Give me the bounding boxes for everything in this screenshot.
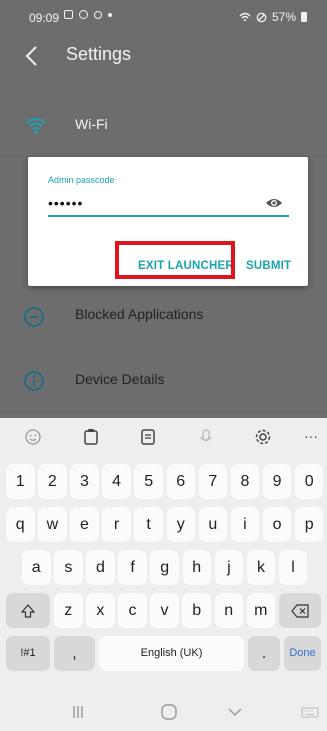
shift-icon: [20, 604, 36, 618]
dnd-icon: [256, 12, 267, 22]
recent-apps-icon[interactable]: [66, 700, 90, 724]
status-bar: 09:09 57%: [0, 0, 327, 34]
settings-item-label: Blocked Applications: [75, 306, 204, 322]
key-7[interactable]: 7: [198, 464, 228, 499]
minus-circle-icon: [24, 307, 44, 327]
microphone-icon[interactable]: [195, 426, 217, 448]
key-m[interactable]: m: [246, 593, 276, 628]
key-a[interactable]: a: [22, 550, 51, 585]
system-icons: 57%: [239, 10, 307, 24]
key-s[interactable]: s: [54, 550, 83, 585]
settings-item-label: Wi-Fi: [75, 116, 108, 132]
key-d[interactable]: d: [86, 550, 115, 585]
settings-item-wifi[interactable]: Wi-Fi: [0, 96, 327, 157]
key-c[interactable]: c: [118, 593, 147, 628]
eye-icon[interactable]: [265, 196, 283, 210]
key-x[interactable]: x: [86, 593, 115, 628]
location-icon: [94, 10, 102, 19]
home-icon[interactable]: [157, 700, 181, 724]
key-v[interactable]: v: [150, 593, 179, 628]
wifi-status-icon: [239, 12, 251, 21]
key-e[interactable]: e: [70, 507, 99, 542]
key-q[interactable]: q: [6, 507, 35, 542]
app-header: Settings: [0, 34, 327, 80]
more-options-icon[interactable]: ···: [300, 426, 322, 448]
notification-icons: [64, 10, 112, 19]
shift-key[interactable]: [6, 593, 50, 628]
submit-button[interactable]: SUBMIT: [246, 260, 291, 272]
notes-icon[interactable]: [137, 426, 159, 448]
symbols-key[interactable]: !#1: [6, 636, 50, 671]
comma-key[interactable]: ,: [54, 636, 95, 671]
key-k[interactable]: k: [246, 550, 276, 585]
key-f[interactable]: f: [118, 550, 147, 585]
battery-percent: 57%: [271, 10, 296, 24]
done-key[interactable]: Done: [284, 636, 321, 671]
key-b[interactable]: b: [182, 593, 211, 628]
system-nav-bar: [0, 694, 327, 731]
more-dot-icon: [108, 12, 112, 17]
settings-gear-icon[interactable]: [252, 426, 274, 448]
key-0[interactable]: 0: [294, 464, 324, 499]
key-6[interactable]: 6: [166, 464, 195, 499]
key-u[interactable]: u: [198, 507, 228, 542]
settings-item-device-details[interactable]: Device Details: [0, 351, 327, 412]
key-o[interactable]: o: [262, 507, 292, 542]
period-key[interactable]: .: [248, 636, 280, 671]
key-1[interactable]: 1: [6, 464, 35, 499]
status-time: 09:09: [29, 11, 60, 25]
key-9[interactable]: 9: [262, 464, 292, 499]
spacebar-key[interactable]: English (UK): [99, 636, 244, 671]
key-t[interactable]: t: [134, 507, 163, 542]
passcode-label: Admin passcode: [48, 175, 115, 185]
keyboard-switch-icon[interactable]: [298, 700, 322, 724]
key-i[interactable]: i: [230, 507, 260, 542]
key-3[interactable]: 3: [70, 464, 99, 499]
key-g[interactable]: g: [150, 550, 179, 585]
screen: 09:09 57% Settings Wi-Fi Blocked Applica…: [0, 0, 327, 731]
key-j[interactable]: j: [214, 550, 244, 585]
back-arrow-icon[interactable]: [18, 41, 48, 71]
key-2[interactable]: 2: [38, 464, 67, 499]
key-8[interactable]: 8: [230, 464, 260, 499]
battery-icon: [301, 12, 307, 22]
settings-item-label: Device Details: [75, 371, 165, 387]
key-5[interactable]: 5: [134, 464, 163, 499]
settings-item-blocked-applications[interactable]: Blocked Applications: [0, 286, 327, 347]
backspace-key[interactable]: [279, 593, 321, 628]
wifi-icon: [26, 118, 46, 134]
info-circle-icon: [24, 371, 44, 391]
key-l[interactable]: l: [278, 550, 308, 585]
on-screen-keyboard: ··· 1234567890 qwertyuiop asdfghjkl zxcvbnm…: [0, 418, 327, 731]
key-w[interactable]: w: [38, 507, 67, 542]
clipboard-icon[interactable]: [80, 426, 102, 448]
emoji-icon[interactable]: [22, 426, 44, 448]
key-4[interactable]: 4: [102, 464, 131, 499]
passcode-value: ••••••: [48, 195, 84, 211]
highlight-box: [115, 241, 235, 279]
shield-icon: [79, 10, 88, 19]
key-p[interactable]: p: [294, 507, 324, 542]
key-z[interactable]: z: [54, 593, 83, 628]
key-r[interactable]: r: [102, 507, 131, 542]
keyboard-toolbar: ···: [0, 418, 327, 458]
gallery-icon: [64, 10, 73, 19]
key-n[interactable]: n: [214, 593, 243, 628]
key-h[interactable]: h: [182, 550, 211, 585]
backspace-icon: [291, 604, 309, 618]
passcode-field[interactable]: ••••••: [48, 193, 289, 217]
key-y[interactable]: y: [166, 507, 195, 542]
page-title: Settings: [66, 44, 132, 64]
hide-keyboard-icon[interactable]: [223, 700, 247, 724]
